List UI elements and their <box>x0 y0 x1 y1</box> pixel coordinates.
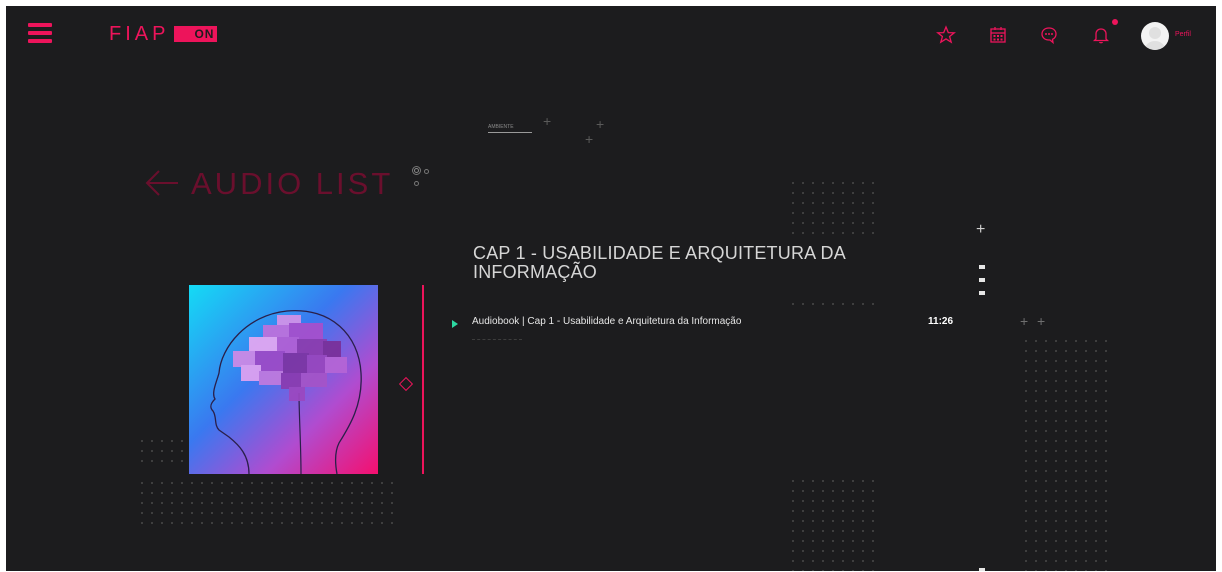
app-window: FIAP ON Perfil AMBIENTE + + + AUDIO LIST <box>6 6 1216 571</box>
arrow-left-icon[interactable] <box>144 169 180 197</box>
dot-grid-decoration <box>788 299 874 311</box>
track-duration: 11:26 <box>928 316 954 327</box>
fiap-on-logo[interactable]: FIAP ON <box>109 23 218 45</box>
cover-accent-line <box>422 285 424 474</box>
decorative-dot <box>414 181 419 186</box>
plus-decoration: + <box>1020 313 1029 329</box>
dot-grid-decoration <box>1021 336 1111 571</box>
plus-decoration: + <box>596 116 605 132</box>
profile-link[interactable]: Perfil <box>1175 31 1191 38</box>
scroll-indicator <box>979 568 985 571</box>
star-icon[interactable] <box>936 25 956 45</box>
slider-track[interactable] <box>488 132 532 133</box>
plus-decoration: + <box>976 221 986 238</box>
logo-brand: FIAP <box>109 23 170 45</box>
user-silhouette-icon <box>1145 27 1165 50</box>
diamond-icon <box>398 376 414 392</box>
dot-grid-decoration <box>137 478 397 526</box>
decorative-dot <box>424 169 429 174</box>
slider-label: AMBIENTE <box>488 124 514 130</box>
calendar-icon[interactable] <box>988 25 1008 45</box>
track-progress-bar[interactable] <box>472 339 522 341</box>
plus-decoration: + <box>543 113 552 129</box>
dot-grid-decoration <box>788 476 874 571</box>
play-icon[interactable] <box>452 320 458 328</box>
plus-decoration: + <box>585 131 594 147</box>
notification-badge <box>1112 19 1118 25</box>
scroll-indicator <box>979 278 985 282</box>
chapter-title: CAP 1 - USABILIDADE E ARQUITETURA DA INF… <box>473 243 845 282</box>
logo-suffix: ON <box>174 26 218 42</box>
plus-decoration: + <box>1037 313 1046 329</box>
brain-head-illustration <box>210 310 362 474</box>
dot-grid-decoration <box>137 436 187 466</box>
avatar[interactable] <box>1141 22 1169 50</box>
dot-grid-decoration <box>788 178 874 238</box>
scroll-indicator <box>979 265 985 269</box>
chat-icon[interactable] <box>1039 25 1059 45</box>
decorative-ring-center <box>414 168 419 173</box>
track-title[interactable]: Audiobook | Cap 1 - Usabilidade e Arquit… <box>472 316 782 327</box>
hamburger-menu-icon[interactable] <box>28 23 52 43</box>
bell-icon[interactable] <box>1091 25 1111 45</box>
scroll-indicator <box>979 291 985 295</box>
page-title: AUDIO LIST <box>191 166 394 201</box>
audiobook-cover-image <box>189 285 378 474</box>
